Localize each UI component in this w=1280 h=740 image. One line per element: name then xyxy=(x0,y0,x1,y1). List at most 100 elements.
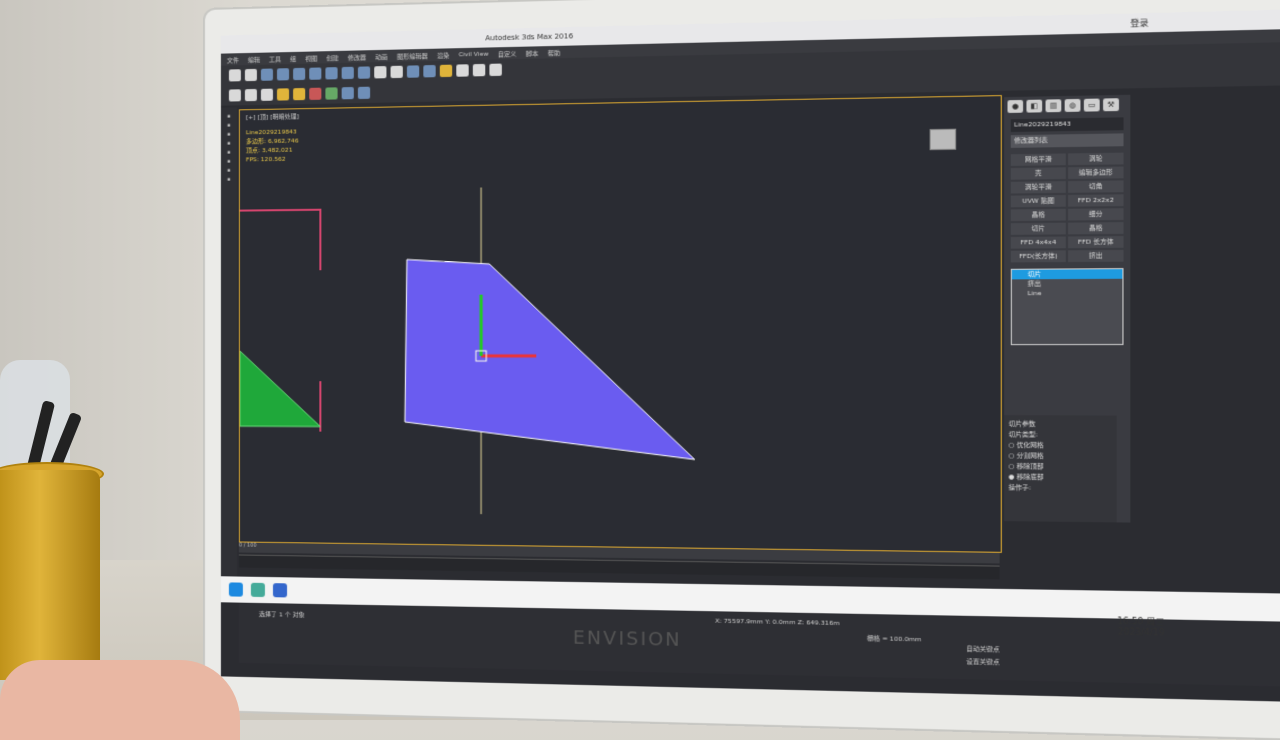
coordinate-readout[interactable]: X: 75597.9mm Y: 0.0mm Z: 649.316m xyxy=(715,617,839,627)
slice-option-radio[interactable]: 分割网格 xyxy=(1009,451,1113,462)
ribbon-item[interactable]: ▪ xyxy=(227,150,230,156)
unlink-icon[interactable] xyxy=(277,68,289,80)
stack-item[interactable]: 挤出 xyxy=(1012,279,1122,289)
camera-icon[interactable] xyxy=(342,87,354,99)
menu-item[interactable]: 工具 xyxy=(269,54,281,63)
create-tab-icon[interactable]: ● xyxy=(1007,100,1023,113)
modifier-button[interactable]: 涡轮平滑 xyxy=(1011,181,1066,193)
light-icon[interactable] xyxy=(277,88,289,100)
modifier-button[interactable]: 细分 xyxy=(1068,208,1123,220)
menu-item[interactable]: 帮助 xyxy=(548,47,561,57)
modifier-button[interactable]: 晶格 xyxy=(1068,222,1123,234)
modify-tab-icon[interactable]: ◧ xyxy=(1026,100,1042,113)
select-icon[interactable] xyxy=(293,68,305,80)
ribbon-item[interactable]: ▪ xyxy=(227,141,230,147)
grid-spacing: 栅格 = 100.0mm xyxy=(867,633,922,644)
menu-item[interactable]: Civil View xyxy=(459,50,489,58)
modifier-button[interactable]: 切角 xyxy=(1068,180,1123,192)
app-icon[interactable] xyxy=(273,583,287,597)
modifier-button[interactable]: 晶格 xyxy=(1011,209,1066,221)
modifier-button[interactable]: FFD 2x2x2 xyxy=(1068,194,1123,206)
sphere-icon[interactable] xyxy=(245,89,257,101)
undo-icon[interactable] xyxy=(229,69,241,81)
windows-start-icon[interactable] xyxy=(229,582,243,596)
render-setup-icon[interactable] xyxy=(456,64,468,76)
auto-key-button[interactable]: 自动关键点 xyxy=(966,643,999,653)
viewport[interactable]: [+] [顶] [明暗处理] Line2029219843 多边形: 6,962… xyxy=(239,95,1002,553)
system-clock: 16:50 周三 2023/4/19 xyxy=(1117,616,1164,638)
hierarchy-tab-icon[interactable]: ▥ xyxy=(1046,99,1062,112)
modifier-button[interactable]: 涡轮 xyxy=(1068,153,1123,166)
left-ribbon: ▪ ▪ ▪ ▪ ▪ ▪ ▪ ▪ xyxy=(221,107,237,594)
menu-item[interactable]: 视图 xyxy=(305,53,317,62)
menu-item[interactable]: 自定义 xyxy=(498,48,517,58)
params-title: 切片参数 xyxy=(1009,419,1113,430)
set-key-button[interactable]: 设置关键点 xyxy=(966,656,999,666)
stack-item[interactable]: 切片 xyxy=(1012,269,1122,279)
display-tab-icon[interactable]: ▭ xyxy=(1084,99,1100,112)
menu-item[interactable]: 组 xyxy=(290,53,296,62)
plus-icon[interactable] xyxy=(489,64,501,77)
menu-item[interactable]: 动画 xyxy=(375,51,387,60)
modifier-icon[interactable] xyxy=(309,88,321,100)
slice-option-radio[interactable]: 优化网格 xyxy=(1009,441,1113,452)
snap-icon[interactable] xyxy=(374,66,386,78)
render-icon[interactable] xyxy=(473,64,485,77)
stack-item[interactable]: Line xyxy=(1012,288,1122,298)
menu-item[interactable]: 脚本 xyxy=(526,48,539,58)
modifier-button[interactable]: 挤出 xyxy=(1068,250,1123,262)
modifier-button[interactable]: 网格平滑 xyxy=(1011,153,1066,165)
select-region-icon[interactable] xyxy=(309,67,321,79)
utilities-tab-icon[interactable]: ⚒ xyxy=(1103,98,1119,111)
modifier-buttons: 网格平滑 涡轮 壳 编辑多边形 涡轮平滑 切角 UVW 贴图 FFD 2x2x2… xyxy=(1011,153,1124,263)
box-icon[interactable] xyxy=(229,89,241,101)
align-icon[interactable] xyxy=(407,65,419,77)
app-icon[interactable] xyxy=(251,583,265,597)
scale-icon[interactable] xyxy=(358,66,370,78)
rotate-icon[interactable] xyxy=(342,67,354,79)
slice-params-rollout: 切片参数 切片类型: 优化网格 分割网格 移除顶部 移除底部 操作子: xyxy=(1004,415,1117,522)
material-editor-icon[interactable] xyxy=(440,65,452,77)
modifier-stack: 切片 挤出 Line xyxy=(1011,268,1124,345)
ribbon-item[interactable]: ▪ xyxy=(227,123,230,129)
helper-icon[interactable] xyxy=(325,87,337,99)
modifier-button[interactable]: 壳 xyxy=(1011,167,1066,179)
cylinder-icon[interactable] xyxy=(261,89,273,101)
ribbon-item[interactable]: ▪ xyxy=(227,132,230,138)
menu-item[interactable]: 文件 xyxy=(227,55,239,64)
slice-option-radio[interactable]: 移除顶部 xyxy=(1009,462,1113,473)
link-icon[interactable] xyxy=(261,69,273,81)
modifier-list-dropdown[interactable]: 修改器列表 xyxy=(1011,133,1124,148)
modifier-button[interactable]: 编辑多边形 xyxy=(1068,167,1123,179)
menu-item[interactable]: 创建 xyxy=(327,52,339,61)
modifier-button[interactable]: FFD 4x4x4 xyxy=(1011,237,1066,249)
modifier-button[interactable]: UVW 贴图 xyxy=(1011,195,1066,207)
frame-counter: 0 / 100 xyxy=(239,542,257,548)
layer-icon[interactable] xyxy=(423,65,435,77)
modifier-button[interactable]: FFD 长方体 xyxy=(1068,236,1123,248)
command-tabs: ● ◧ ▥ ◍ ▭ ⚒ xyxy=(1004,95,1130,116)
hand xyxy=(0,660,240,740)
red-outline-shape xyxy=(240,210,320,271)
window-title: Autodesk 3ds Max 2016 xyxy=(485,32,573,42)
mirror-icon[interactable] xyxy=(391,66,403,78)
green-mesh-object xyxy=(240,351,320,427)
selection-status: 选择了 1 个 对象 xyxy=(259,609,305,619)
redo-icon[interactable] xyxy=(245,69,257,81)
modifier-button[interactable]: 切片 xyxy=(1011,223,1066,235)
help-icon[interactable] xyxy=(358,87,370,99)
ribbon-item[interactable]: ▪ xyxy=(227,168,230,174)
move-icon[interactable] xyxy=(325,67,337,79)
login-link[interactable]: 登录 xyxy=(1130,17,1148,29)
ribbon-item[interactable]: ▪ xyxy=(227,159,230,165)
menu-item[interactable]: 图形编辑器 xyxy=(397,50,428,60)
sun-icon[interactable] xyxy=(293,88,305,100)
menu-item[interactable]: 修改器 xyxy=(348,52,366,62)
ribbon-item[interactable]: ▪ xyxy=(227,114,230,120)
modifier-button[interactable]: FFD(长方体) xyxy=(1011,250,1066,262)
ribbon-item[interactable]: ▪ xyxy=(227,177,230,183)
object-name-field[interactable]: Line2029219843 xyxy=(1011,117,1124,132)
menu-item[interactable]: 渲染 xyxy=(437,50,449,59)
menu-item[interactable]: 编辑 xyxy=(248,54,260,63)
motion-tab-icon[interactable]: ◍ xyxy=(1065,99,1081,112)
